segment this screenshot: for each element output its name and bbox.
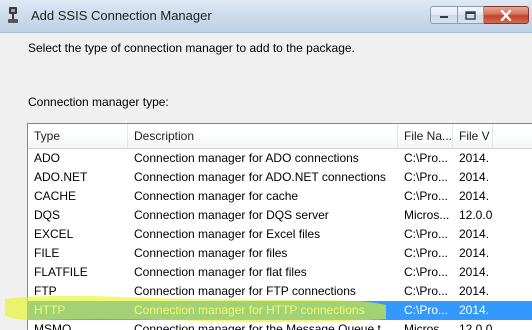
maximize-icon [465, 10, 476, 20]
cell-file-version: 2014. [459, 151, 490, 165]
cell-type: ADO [34, 151, 61, 165]
cell-description: Connection manager for cache [134, 189, 299, 203]
cell-type: FTP [34, 284, 57, 298]
cell-file-name: C:\Pro... [404, 189, 449, 203]
cell-type: FLATFILE [34, 265, 88, 279]
cell-description: Connection manager for HTTP connections [134, 303, 365, 317]
list-row-cache[interactable]: CACHE Connection manager for cache C:\Pr… [28, 187, 532, 206]
cell-description: Connection manager for files [134, 246, 288, 260]
list-row-ado[interactable]: ADO Connection manager for ADO connectio… [28, 149, 532, 168]
close-button[interactable] [484, 6, 529, 24]
window-title: Add SSIS Connection Manager [31, 8, 212, 23]
ssis-connection-icon [8, 7, 18, 23]
column-header-type[interactable]: Type [28, 124, 128, 148]
list-header: Type Description File Na... File V [28, 124, 532, 149]
cell-file-version: 12.0.0 [459, 208, 493, 222]
cell-file-name: C:\Pro... [404, 227, 449, 241]
minimize-icon [440, 16, 448, 18]
cell-file-name: C:\Pro... [404, 151, 449, 165]
title-bar[interactable]: Add SSIS Connection Manager [0, 0, 532, 33]
cell-file-name: Micros... [404, 322, 450, 330]
cell-file-version: 2014. [459, 170, 490, 184]
cell-file-version: 2014. [459, 189, 490, 203]
cell-type: DQS [34, 208, 61, 222]
cell-description: Connection manager for Excel files [134, 227, 321, 241]
cell-description: Connection manager for the Message Queue… [134, 322, 391, 330]
cell-type: CACHE [34, 189, 77, 203]
list-row-ftp[interactable]: FTP Connection manager for FTP connectio… [28, 282, 532, 301]
cell-type: MSMQ [34, 322, 72, 330]
maximize-button[interactable] [458, 6, 484, 24]
cell-file-name: Micros... [404, 208, 450, 222]
cell-file-version: 2014. [459, 303, 490, 317]
cell-type: EXCEL [34, 227, 74, 241]
cell-file-version: 2014. [459, 284, 490, 298]
connection-type-label: Connection manager type: [28, 95, 169, 109]
cell-description: Connection manager for DQS server [134, 208, 329, 222]
connection-manager-type-list[interactable]: Type Description File Na... File V ADO C… [27, 123, 532, 330]
cell-file-version: 2014. [459, 227, 490, 241]
cell-description: Connection manager for FTP connections [134, 284, 356, 298]
list-row-excel[interactable]: EXCEL Connection manager for Excel files… [28, 225, 532, 244]
cell-file-name: C:\Pro... [404, 303, 449, 317]
cell-file-version: 2014. [459, 265, 490, 279]
column-header-file-name[interactable]: File Na... [398, 124, 453, 148]
cell-description: Connection manager for flat files [134, 265, 307, 279]
list-row-msmq[interactable]: MSMQ Connection manager for the Message … [28, 320, 532, 330]
cell-file-version: 2014. [459, 246, 490, 260]
list-row-flatfile[interactable]: FLATFILE Connection manager for flat fil… [28, 263, 532, 282]
cell-file-name: C:\Pro... [404, 284, 449, 298]
close-icon [500, 9, 512, 21]
list-row-dqs[interactable]: DQS Connection manager for DQS server Mi… [28, 206, 532, 225]
cell-file-name: C:\Pro... [404, 170, 449, 184]
cell-type: HTTP [34, 303, 66, 317]
column-header-description[interactable]: Description [128, 124, 398, 148]
cell-type: ADO.NET [34, 170, 88, 184]
add-ssis-connection-manager-dialog: Add SSIS Connection Manager Select the t… [0, 0, 532, 330]
list-row-file[interactable]: FILE Connection manager for files C:\Pro… [28, 244, 532, 263]
cell-file-version: 12.0.0 [459, 322, 493, 330]
cell-file-name: C:\Pro... [404, 265, 449, 279]
list-row-http[interactable]: HTTP Connection manager for HTTP connect… [28, 301, 532, 320]
caption-buttons [430, 6, 529, 26]
instruction-text: Select the type of connection manager to… [28, 41, 355, 55]
cell-type: FILE [34, 246, 60, 260]
cell-file-name: C:\Pro... [404, 246, 449, 260]
cell-description: Connection manager for ADO connections [134, 151, 359, 165]
cell-description: Connection manager for ADO.NET connectio… [134, 170, 386, 184]
list-row-ado-net[interactable]: ADO.NET Connection manager for ADO.NET c… [28, 168, 532, 187]
column-header-file-version[interactable]: File V [453, 124, 493, 148]
minimize-button[interactable] [430, 6, 458, 24]
